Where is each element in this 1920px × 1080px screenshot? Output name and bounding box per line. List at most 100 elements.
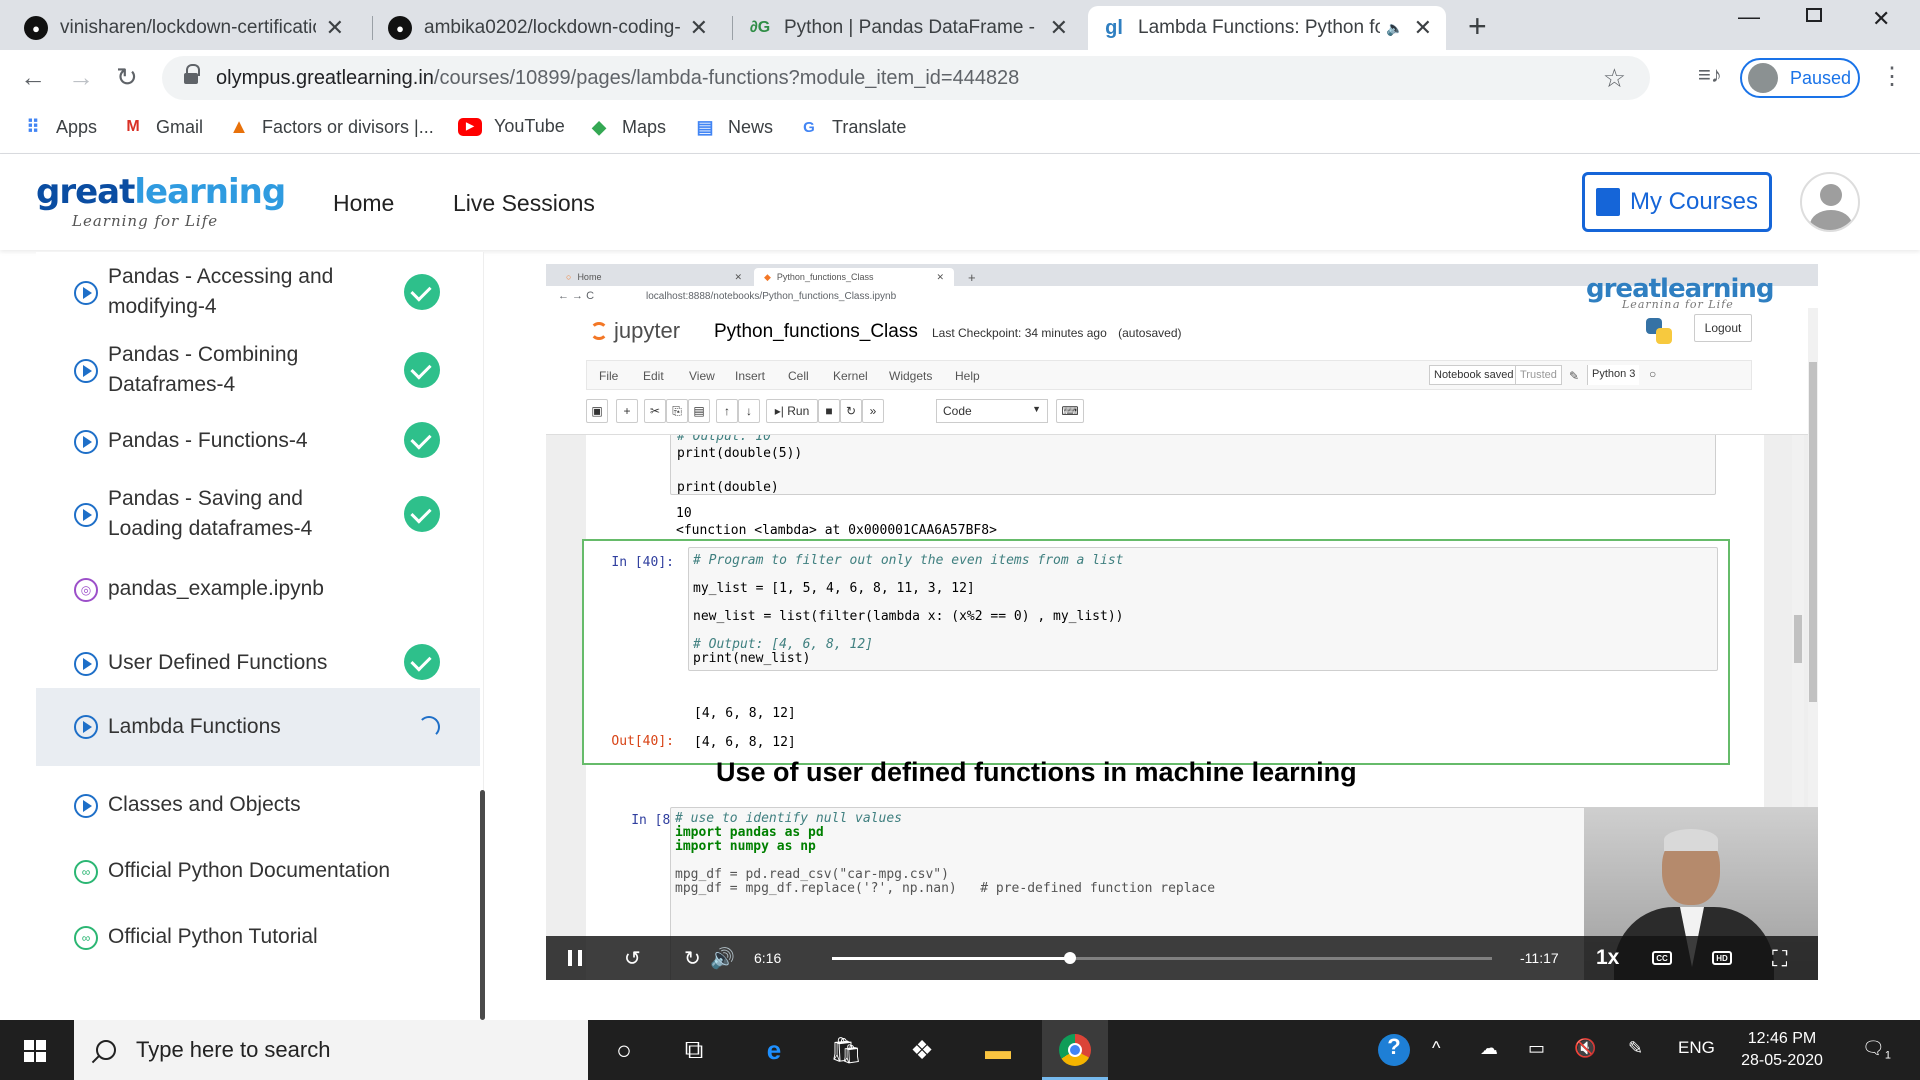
battery-icon[interactable]: ▭	[1528, 1038, 1545, 1059]
sidebar-item[interactable]: ◎ pandas_example.ipynb	[36, 564, 480, 614]
move-up-icon: ↑	[716, 399, 738, 423]
nav-live-sessions[interactable]: Live Sessions	[453, 190, 595, 217]
media-control-icon[interactable]: ≡♪	[1698, 62, 1722, 88]
dropbox-icon[interactable]: ❖	[904, 1032, 940, 1068]
user-avatar[interactable]	[1800, 172, 1860, 232]
bookmark-apps[interactable]: ⠿ Apps	[22, 116, 97, 138]
menu-view: View	[689, 369, 715, 383]
bookmark-star-icon[interactable]: ☆	[1603, 63, 1626, 94]
jupyter-logo: jupyter	[590, 318, 680, 344]
task-view-icon[interactable]: ⧉	[676, 1032, 712, 1068]
restore-icon[interactable]	[1806, 8, 1822, 22]
fullscreen-icon[interactable]: ⛶	[1772, 946, 1787, 972]
sidebar-item-label: Pandas - Saving and Loading dataframes-4	[108, 487, 313, 540]
volume-icon[interactable]: 🔊	[710, 946, 735, 971]
close-tab-icon[interactable]: ✕	[690, 15, 708, 41]
stop-icon: ■	[818, 399, 840, 423]
captions-icon[interactable]: CC	[1652, 951, 1672, 965]
browser-tab[interactable]: ● vinisharen/lockdown-certificatio ✕	[10, 6, 358, 50]
notifications-icon[interactable]: 🗨1	[1862, 1038, 1891, 1062]
greatlearning-icon: gl	[1105, 16, 1123, 39]
close-tab-icon[interactable]: ✕	[326, 15, 344, 41]
edge-icon[interactable]: e	[756, 1032, 792, 1068]
sidebar-item-label: Pandas - Functions-4	[108, 429, 308, 452]
completed-check-icon	[404, 422, 440, 458]
bookmark-maps[interactable]: ◆ Maps	[588, 116, 666, 138]
minimize-icon[interactable]: —	[1738, 4, 1760, 30]
markdown-heading: Use of user defined functions in machine…	[716, 757, 1357, 787]
sidebar-item-label: User Defined Functions	[108, 651, 328, 674]
speaker-icon[interactable]: 🔈	[1386, 20, 1403, 37]
nav-home[interactable]: Home	[333, 190, 394, 217]
new-tab-button[interactable]: +	[1468, 8, 1487, 45]
jupyter-brand: jupyter	[614, 318, 681, 343]
cortana-icon[interactable]: ○	[606, 1032, 642, 1068]
onedrive-icon[interactable]: ☁	[1480, 1038, 1498, 1059]
profile-button[interactable]: Paused	[1740, 58, 1860, 98]
nav-arrows-icon: ← → C	[558, 290, 595, 302]
bookmark-factors[interactable]: ▲ Factors or divisors |...	[228, 116, 434, 138]
sidebar-item[interactable]: Pandas - Functions-4	[36, 416, 480, 466]
taskbar-search[interactable]: Type here to search	[74, 1020, 588, 1080]
language-indicator[interactable]: ENG	[1678, 1038, 1715, 1058]
code-line: mpg_df = pd.read_csv("car-mpg.csv")	[675, 867, 949, 882]
menu-cell: Cell	[788, 369, 809, 383]
file-icon: ◎	[74, 578, 98, 602]
instructor-hair	[1664, 829, 1718, 851]
close-tab-icon[interactable]: ✕	[1414, 15, 1432, 41]
chevron-up-icon[interactable]: ^	[1432, 1038, 1440, 1059]
close-window-icon[interactable]: ✕	[1872, 6, 1890, 32]
trusted-badge: Trusted	[1515, 365, 1562, 385]
my-courses-button[interactable]: My Courses	[1582, 172, 1772, 232]
windows-start-icon[interactable]	[24, 1040, 46, 1062]
pen-icon[interactable]: ✎	[1628, 1038, 1643, 1059]
browser-menu-icon[interactable]: ⋮	[1880, 62, 1904, 91]
sidebar-item[interactable]: ∞ Official Python Documentation	[36, 846, 480, 896]
mute-icon[interactable]: 🔇	[1574, 1038, 1596, 1059]
output-line: 10	[676, 506, 692, 521]
tab-divider	[732, 16, 733, 40]
tab-divider	[372, 16, 373, 40]
back-icon[interactable]: ←	[20, 62, 46, 93]
chrome-taskbar-button[interactable]	[1042, 1020, 1108, 1080]
pencil-icon: ✎	[1569, 369, 1580, 383]
greatlearning-logo[interactable]: greatlearning Learning for Life	[36, 172, 286, 230]
forward-icon[interactable]: ↻	[684, 946, 701, 971]
close-tab-icon[interactable]: ✕	[1050, 15, 1068, 41]
sidebar-item[interactable]: Pandas - Combining Dataframes-4	[36, 334, 480, 406]
sidebar-item[interactable]: ∞ Official Python Tutorial	[36, 912, 480, 962]
sidebar-item-selected[interactable]: Lambda Functions	[36, 688, 480, 766]
playback-speed-button[interactable]: 1x	[1596, 946, 1619, 970]
url-bar[interactable]: olympus.greatlearning.in/courses/10899/p…	[162, 56, 1650, 100]
reload-icon[interactable]: ↻	[116, 62, 138, 93]
progress-bar[interactable]	[832, 952, 1492, 964]
store-icon[interactable]: 🛍	[828, 1032, 864, 1068]
bookmark-translate[interactable]: G Translate	[798, 116, 906, 138]
sidebar-item[interactable]: User Defined Functions	[36, 638, 480, 688]
browser-tab-active[interactable]: gl Lambda Functions: Python fo 🔈 ✕	[1088, 6, 1446, 50]
quality-icon[interactable]: HD	[1712, 951, 1732, 965]
browser-tab[interactable]: ∂G Python | Pandas DataFrame - Gee ✕	[734, 6, 1082, 50]
system-clock[interactable]: 12:46 PM 28-05-2020	[1736, 1028, 1828, 1072]
video-player[interactable]: ○ Home ✕ ◆ Python_functions_Class ✕ + ← …	[546, 264, 1818, 980]
rewind-icon[interactable]: ↺	[624, 946, 641, 971]
progress-handle[interactable]	[1063, 952, 1076, 964]
pause-icon[interactable]	[568, 950, 582, 966]
browser-tab[interactable]: ● ambika0202/lockdown-coding- ✕	[374, 6, 722, 50]
logo-text: learning	[134, 172, 286, 212]
search-placeholder: Type here to search	[136, 1037, 331, 1062]
module-sidebar: Pandas - Accessing and modifying-4 Panda…	[36, 252, 484, 1020]
bookmark-youtube[interactable]: ▶ YouTube	[458, 116, 565, 137]
run-button: ▸| Run	[766, 399, 818, 423]
sidebar-item[interactable]: Pandas - Saving and Loading dataframes-4	[36, 478, 480, 550]
bookmark-gmail[interactable]: M Gmail	[122, 116, 203, 138]
bookmark-news[interactable]: ▤ News	[694, 116, 773, 138]
sidebar-scrollbar[interactable]	[480, 790, 485, 1020]
jupyter-toolbar: ▣ + ✂ ⎘ ▤ ↑ ↓ ▸| Run ■ ↻ » Code ▼ ⌨	[586, 396, 1752, 426]
help-icon[interactable]: ?	[1378, 1034, 1410, 1066]
sidebar-item[interactable]: Pandas - Accessing and modifying-4	[36, 256, 480, 328]
file-explorer-icon[interactable]: ▬	[980, 1032, 1016, 1068]
forward-icon[interactable]: →	[68, 62, 94, 93]
sidebar-item[interactable]: Classes and Objects	[36, 780, 480, 830]
completed-check-icon	[404, 274, 440, 310]
